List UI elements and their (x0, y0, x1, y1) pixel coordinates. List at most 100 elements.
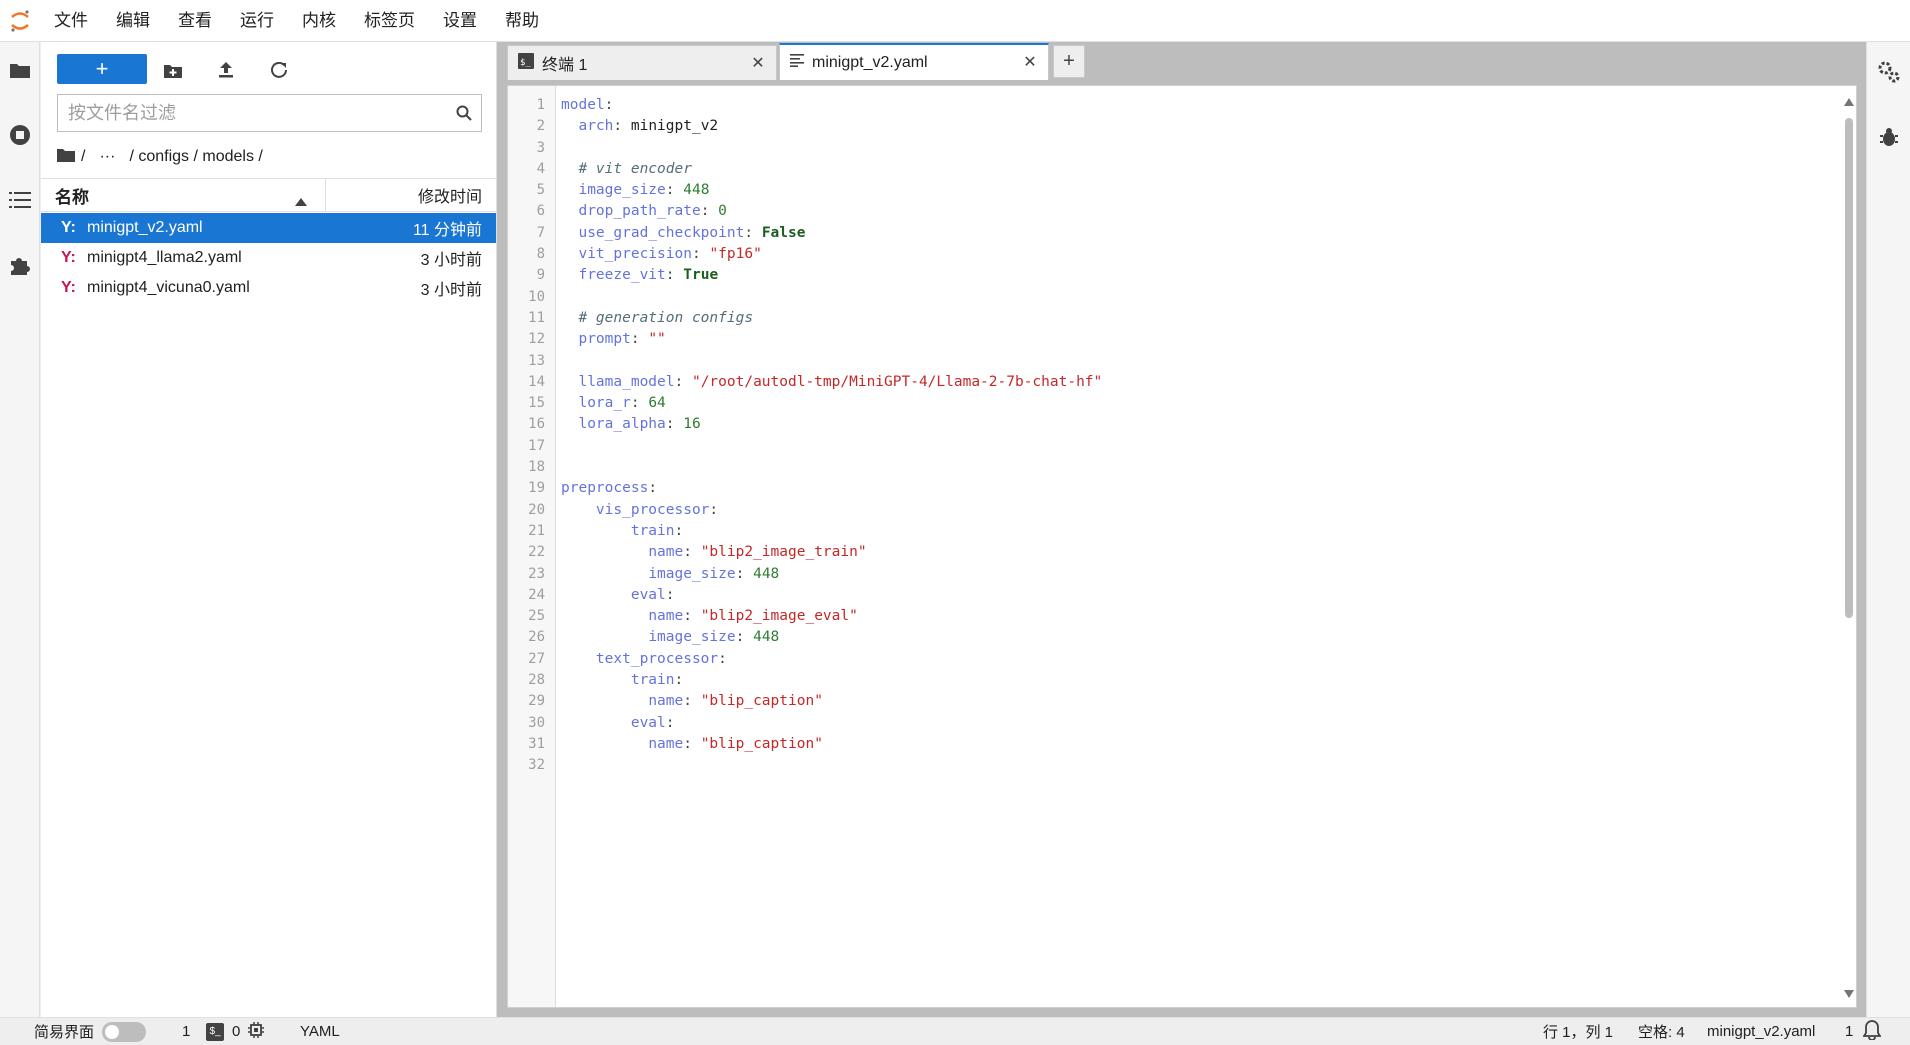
status-bar: 简易界面 1 $_ 0 YAML 行 1，列 1 空格: 4 minigpt_v… (0, 1017, 1910, 1045)
line-number: 32 (528, 757, 545, 774)
terminal-icon: $_ (518, 52, 534, 74)
file-row[interactable]: Y: minigpt4_vicuna0.yaml 3 小时前 (41, 273, 496, 303)
line-number: 30 (528, 714, 545, 731)
line-number: 2 (536, 118, 545, 135)
tab-bar: $_ 终端 1 ✕ minigpt_v2.yaml ✕ + (507, 43, 1085, 80)
jupyter-logo-icon[interactable] (0, 0, 40, 42)
simple-mode-switch[interactable]: 简易界面 (34, 1021, 147, 1042)
line-number: 29 (528, 693, 545, 710)
kernel-count-value: 1 (182, 1023, 191, 1040)
modified-column-header[interactable]: 修改时间 (326, 183, 496, 207)
code-editor[interactable]: 1 2 3 4 5 6 7 8 9 10 11 12 13 14 15 16 17 18 19 20 21 22 23 24 2… (507, 85, 1857, 1008)
breadcrumb-root[interactable]: / (81, 148, 85, 166)
menu-view[interactable]: 查看 (164, 0, 226, 42)
menu-run[interactable]: 运行 (226, 0, 288, 42)
search-icon[interactable] (447, 96, 481, 130)
line-number: 11 (528, 309, 545, 326)
scroll-down-icon[interactable] (1844, 990, 1854, 998)
file-browser-tab-icon[interactable] (0, 50, 40, 90)
notification-count: 1 (1845, 1023, 1854, 1040)
new-folder-icon[interactable] (159, 56, 187, 84)
home-folder-icon[interactable] (57, 148, 75, 167)
yaml-file-icon: Y: (61, 219, 76, 236)
file-filter-input[interactable] (58, 96, 447, 130)
text-file-icon (790, 53, 804, 72)
file-modified: 3 小时前 (420, 252, 482, 269)
tab-terminal[interactable]: $_ 终端 1 ✕ (507, 45, 777, 80)
line-number: 7 (536, 224, 545, 241)
main-dock-area: $_ 终端 1 ✕ minigpt_v2.yaml ✕ + 1234567891… (496, 42, 1866, 1017)
debugger-icon[interactable] (1867, 117, 1910, 157)
tab-editor[interactable]: minigpt_v2.yaml ✕ (779, 43, 1049, 80)
indentation[interactable]: 空格: 4 (1638, 1021, 1685, 1042)
code-content[interactable]: model: arch: minigpt_v2 # vit encoder im… (561, 95, 1836, 777)
breadcrumb-path[interactable]: / configs / models / (129, 148, 262, 166)
refresh-icon[interactable] (265, 56, 293, 84)
file-name: minigpt4_vicuna0.yaml (87, 279, 250, 296)
line-number: 21 (528, 522, 545, 539)
line-number: 15 (528, 395, 545, 412)
cursor-position[interactable]: 行 1，列 1 (1543, 1021, 1613, 1042)
notifications[interactable]: 1 (1845, 1019, 1883, 1044)
svg-text:$_: $_ (520, 58, 531, 68)
line-number: 8 (536, 246, 545, 263)
close-icon[interactable]: ✕ (750, 55, 766, 72)
line-number: 27 (528, 650, 545, 667)
scroll-thumb[interactable] (1845, 118, 1853, 618)
line-number: 1 (536, 97, 545, 113)
line-number: 31 (528, 735, 545, 752)
menu-kernel[interactable]: 内核 (288, 0, 350, 42)
add-tab-button[interactable]: + (1053, 45, 1085, 78)
upload-icon[interactable] (212, 56, 240, 84)
line-number: 4 (536, 160, 545, 177)
name-column-header[interactable]: 名称 (41, 179, 326, 211)
yaml-file-icon: Y: (61, 279, 76, 296)
line-number: 5 (536, 182, 545, 199)
line-number: 18 (528, 459, 545, 476)
menu-tabs[interactable]: 标签页 (350, 0, 429, 42)
language-label: YAML (300, 1023, 340, 1040)
status-filename-label: minigpt_v2.yaml (1707, 1023, 1816, 1040)
breadcrumb-ellipsis[interactable]: ··· (91, 148, 123, 166)
menu-edit[interactable]: 编辑 (102, 0, 164, 42)
breadcrumb: / ··· / configs / models / (57, 142, 263, 172)
menu-settings[interactable]: 设置 (429, 0, 491, 42)
scroll-up-icon[interactable] (1844, 98, 1854, 106)
file-browser-toolbar: + (41, 48, 496, 86)
kernel-icon (248, 1021, 265, 1042)
close-icon[interactable]: ✕ (1022, 54, 1038, 71)
file-name: minigpt4_llama2.yaml (87, 249, 242, 266)
line-number: 20 (528, 501, 545, 518)
menu-file[interactable]: 文件 (40, 0, 102, 42)
editor-scrollbar[interactable] (1842, 98, 1854, 998)
file-modified: 3 小时前 (420, 282, 482, 299)
terminal-count[interactable]: $_ 0 (206, 1021, 265, 1042)
running-sessions-icon[interactable] (0, 115, 40, 155)
menu-help[interactable]: 帮助 (491, 0, 553, 42)
bell-icon[interactable] (1862, 1019, 1883, 1044)
line-number: 9 (536, 267, 545, 284)
line-number-gutter: 1 2 3 4 5 6 7 8 9 10 11 12 13 14 15 16 17 18 19 20 21 22 23 24 2… (508, 86, 556, 1007)
line-number: 16 (528, 416, 545, 433)
line-number: 13 (528, 352, 545, 369)
new-launcher-button[interactable]: + (57, 54, 147, 84)
line-number: 12 (528, 331, 545, 348)
language-mode[interactable]: YAML (300, 1023, 340, 1040)
left-activity-bar (0, 42, 40, 1017)
file-filter-box (57, 94, 482, 132)
menu-bar: 文件 编辑 查看 运行 内核 标签页 设置 帮助 (0, 0, 1910, 42)
name-column-label: 名称 (55, 187, 89, 207)
extension-manager-icon[interactable] (0, 245, 40, 285)
file-row[interactable]: Y: minigpt4_llama2.yaml 3 小时前 (41, 243, 496, 273)
line-number: 24 (528, 586, 545, 603)
file-list-header: 名称 修改时间 (41, 178, 496, 212)
status-filename[interactable]: minigpt_v2.yaml (1707, 1023, 1815, 1040)
simple-mode-toggle[interactable] (102, 1021, 147, 1042)
sort-ascending-icon (295, 191, 307, 211)
terminal-count-value: 0 (232, 1023, 241, 1040)
kernel-count[interactable]: 1 (182, 1023, 190, 1040)
line-number: 28 (528, 672, 545, 689)
table-of-contents-icon[interactable] (0, 180, 40, 220)
property-inspector-icon[interactable] (1867, 52, 1910, 92)
file-row[interactable]: Y: minigpt_v2.yaml 11 分钟前 (41, 213, 496, 243)
